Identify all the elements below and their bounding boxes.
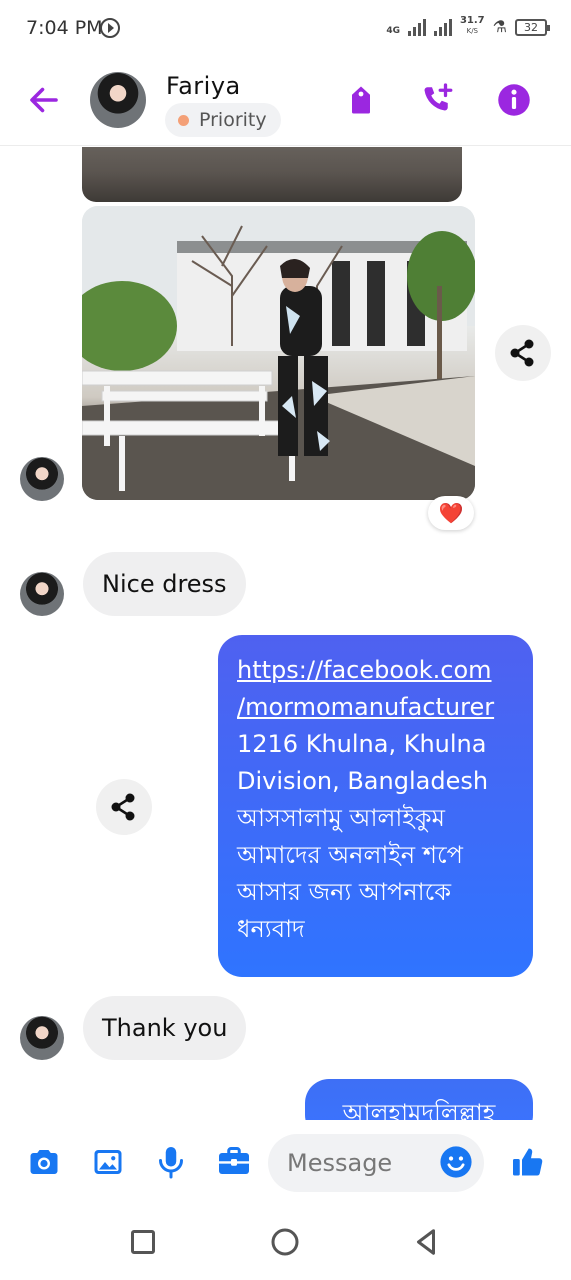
- sent-message-bubble[interactable]: https://facebook.com /mormomanufacturer …: [218, 635, 533, 977]
- network-speed-value: 31.7: [459, 15, 485, 26]
- share-photo-button[interactable]: [495, 325, 551, 381]
- priority-chip[interactable]: Priority: [165, 103, 281, 137]
- share-icon: [111, 793, 135, 821]
- signal-strength-icon: [407, 18, 426, 36]
- message-link-line-2[interactable]: /mormomanufacturer: [237, 689, 523, 726]
- media-playing-icon: [100, 18, 120, 38]
- sender-avatar[interactable]: [20, 1016, 64, 1060]
- sender-avatar[interactable]: [20, 572, 64, 616]
- message-bangla-line-2: আমাদের অনলাইন শপে: [237, 841, 463, 869]
- message-bangla-line-3: আসার জন্য আপনাকে: [237, 878, 452, 906]
- back-arrow-icon[interactable]: [26, 82, 62, 118]
- gallery-icon[interactable]: [90, 1144, 126, 1180]
- system-navigation-bar: [0, 1206, 571, 1280]
- message-address-line-2: Division, Bangladesh: [237, 767, 489, 795]
- message-address-line-1: 1216 Khulna, Khulna: [237, 730, 487, 758]
- home-circle-icon[interactable]: [267, 1224, 303, 1260]
- message-bangla-line-4: ধন্যবাদ: [237, 915, 305, 943]
- add-call-icon[interactable]: [420, 82, 456, 118]
- recents-square-icon[interactable]: [125, 1224, 161, 1260]
- network-speed: 31.7 K/S: [460, 16, 485, 36]
- share-message-button[interactable]: [96, 779, 152, 835]
- photo-content: [82, 206, 475, 500]
- message-link-line-1[interactable]: https://facebook.com: [237, 652, 523, 689]
- shared-photo-previous[interactable]: [82, 147, 462, 202]
- back-triangle-icon[interactable]: [408, 1224, 444, 1260]
- received-message-bubble[interactable]: Nice dress: [83, 552, 246, 616]
- contact-name[interactable]: Fariya: [166, 72, 241, 100]
- share-icon: [510, 339, 534, 367]
- received-message-bubble[interactable]: Thank you: [83, 996, 247, 1060]
- message-list[interactable]: ❤️ Nice dress https://facebook.com /morm…: [0, 147, 571, 1120]
- emoji-icon[interactable]: [439, 1145, 473, 1179]
- priority-label: Priority: [199, 109, 267, 131]
- sent-message-bubble[interactable]: আলহামদুলিল্লাহ: [305, 1079, 533, 1120]
- tag-icon[interactable]: [343, 82, 379, 118]
- chat-header: Fariya Priority: [0, 58, 571, 146]
- reaction-badge[interactable]: ❤️: [428, 496, 474, 530]
- camera-icon[interactable]: [26, 1144, 62, 1180]
- contact-avatar[interactable]: [90, 72, 146, 128]
- status-indicators: 4G 31.7 K/S ⚗ 32: [386, 16, 550, 36]
- shared-photo[interactable]: [82, 206, 475, 500]
- briefcase-icon[interactable]: [216, 1144, 252, 1180]
- message-bangla-line-1: আসসালামু আলাইকুম: [237, 804, 445, 832]
- message-composer: [0, 1120, 571, 1206]
- signal-strength-2-icon: [433, 18, 452, 36]
- status-time: 7:04 PM: [26, 17, 103, 39]
- info-icon[interactable]: [496, 82, 532, 118]
- sender-avatar[interactable]: [20, 457, 64, 501]
- priority-dot-icon: [178, 115, 189, 126]
- status-bar: 7:04 PM 4G 31.7 K/S ⚗ 32: [0, 0, 571, 58]
- flask-icon: ⚗: [492, 17, 507, 36]
- network-type-label: 4G: [386, 26, 400, 36]
- network-speed-unit: K/S: [466, 27, 479, 35]
- battery-icon: 32: [515, 19, 550, 36]
- microphone-icon[interactable]: [153, 1144, 189, 1180]
- thumbs-up-icon[interactable]: [510, 1144, 546, 1180]
